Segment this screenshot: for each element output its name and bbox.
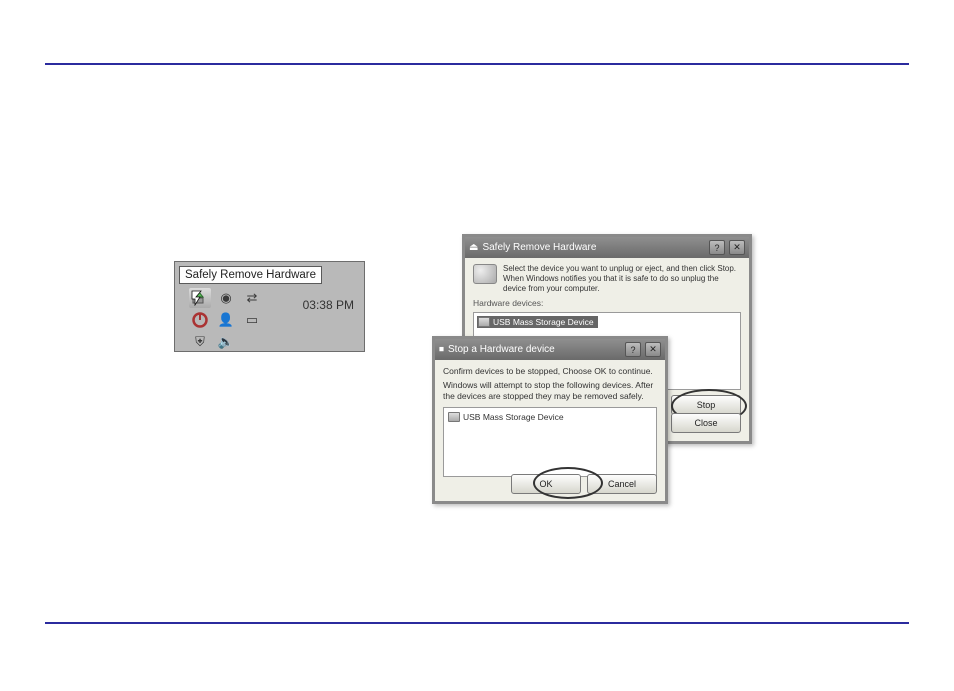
drive-icon	[478, 317, 490, 327]
list-item[interactable]: USB Mass Storage Device	[477, 316, 598, 328]
monitor-icon[interactable]: ▭	[241, 310, 263, 330]
user-icon[interactable]: 👤	[215, 310, 237, 330]
device-name: USB Mass Storage Device	[493, 317, 594, 327]
attempt-text: Windows will attempt to stop the followi…	[443, 380, 657, 401]
device-illustration-icon	[473, 264, 497, 284]
safely-remove-tooltip: Safely Remove Hardware	[179, 266, 322, 284]
bottom-divider	[45, 622, 909, 624]
network-icon[interactable]: ⇄	[241, 288, 263, 308]
stop-hardware-device-dialog: ⏹ Stop a Hardware device ? ✕ Confirm dev…	[432, 336, 668, 504]
close-dialog-button[interactable]: Close	[671, 413, 741, 433]
help-button[interactable]: ?	[709, 240, 725, 255]
tray-icon-grid: ◉ ⇄ 👤 ▭ ⛨ 🔈	[189, 288, 263, 352]
hardware-devices-label: Hardware devices:	[473, 298, 741, 308]
stop-button[interactable]: Stop	[671, 395, 741, 415]
close-button[interactable]: ✕	[729, 240, 745, 255]
list-item[interactable]: USB Mass Storage Device	[447, 411, 568, 423]
drive-icon	[448, 412, 460, 422]
confirm-text: Confirm devices to be stopped, Choose OK…	[443, 366, 657, 376]
dialog-titlebar: ⏹ Stop a Hardware device ? ✕	[435, 339, 665, 360]
power-icon[interactable]	[189, 310, 211, 330]
safely-remove-hardware-icon[interactable]	[189, 288, 211, 308]
help-button[interactable]: ?	[625, 342, 641, 357]
disc-icon[interactable]: ◉	[215, 288, 237, 308]
tray-clock: 03:38 PM	[303, 298, 354, 312]
stop-icon: ⏹	[439, 344, 444, 355]
dialog-title: Safely Remove Hardware	[482, 242, 596, 253]
device-name: USB Mass Storage Device	[463, 412, 564, 422]
shield-icon[interactable]: ⛨	[189, 332, 211, 352]
system-tray-screenshot: Safely Remove Hardware ◉ ⇄ 👤 ▭ ⛨ 🔈 03:38…	[174, 261, 365, 352]
top-divider	[45, 63, 909, 65]
cancel-button[interactable]: Cancel	[587, 474, 657, 494]
dialog-titlebar: ⏏ Safely Remove Hardware ? ✕	[465, 237, 749, 258]
volume-icon[interactable]: 🔈	[215, 332, 237, 352]
dialog-title: Stop a Hardware device	[448, 344, 555, 355]
dialog-composite: ⏏ Safely Remove Hardware ? ✕ Select the …	[432, 234, 754, 516]
close-button[interactable]: ✕	[645, 342, 661, 357]
dialog-instruction-text: Select the device you want to unplug or …	[503, 264, 741, 294]
usb-icon: ⏏	[469, 242, 478, 253]
stop-devices-list[interactable]: USB Mass Storage Device	[443, 407, 657, 477]
ok-button[interactable]: OK	[511, 474, 581, 494]
